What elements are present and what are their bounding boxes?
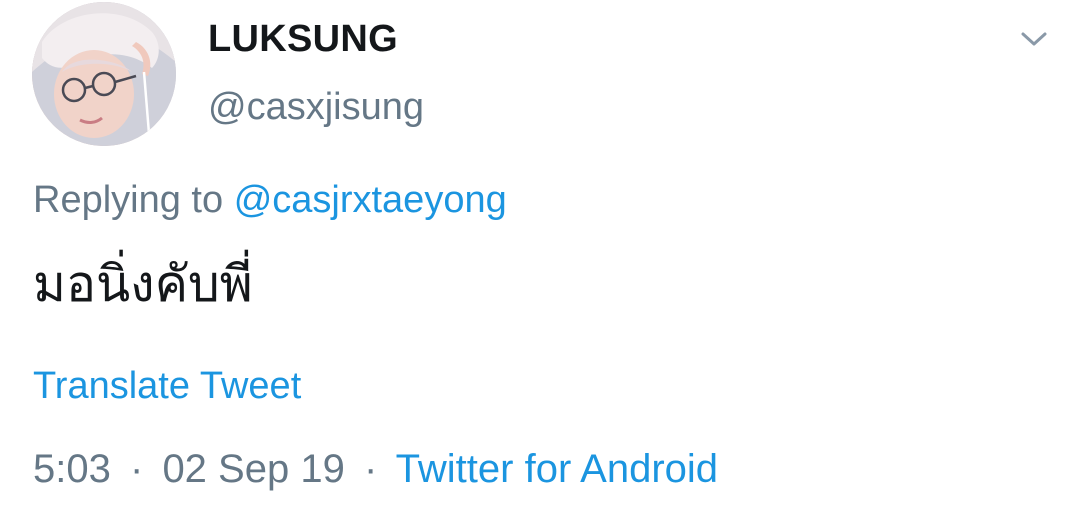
tweet-source-link[interactable]: Twitter for Android	[396, 447, 718, 491]
tweet-metadata: 5:03 · 02 Sep 19 · Twitter for Android	[33, 444, 718, 494]
chevron-down-icon	[1021, 32, 1047, 46]
tweet-text: มอนิ่งคับพี่	[33, 255, 253, 313]
tweet-menu-button[interactable]	[1016, 24, 1052, 54]
replying-to-handle-link[interactable]: @casjrxtaeyong	[234, 179, 507, 221]
replying-to-label: Replying to	[33, 179, 224, 221]
avatar-image	[32, 2, 176, 146]
author-handle[interactable]: @casxjisung	[208, 84, 424, 130]
avatar[interactable]	[32, 2, 176, 146]
author-display-name[interactable]: LUKSUNG	[208, 16, 398, 62]
translate-tweet-link[interactable]: Translate Tweet	[33, 362, 301, 410]
replying-to-line: Replying to @casjrxtaeyong	[33, 176, 507, 224]
tweet-card: LUKSUNG @casxjisung Replying to @casjrxt…	[0, 0, 1070, 530]
meta-separator: ·	[363, 447, 378, 491]
tweet-date[interactable]: 02 Sep 19	[162, 447, 344, 491]
tweet-time[interactable]: 5:03	[33, 447, 111, 491]
meta-separator: ·	[129, 447, 144, 491]
